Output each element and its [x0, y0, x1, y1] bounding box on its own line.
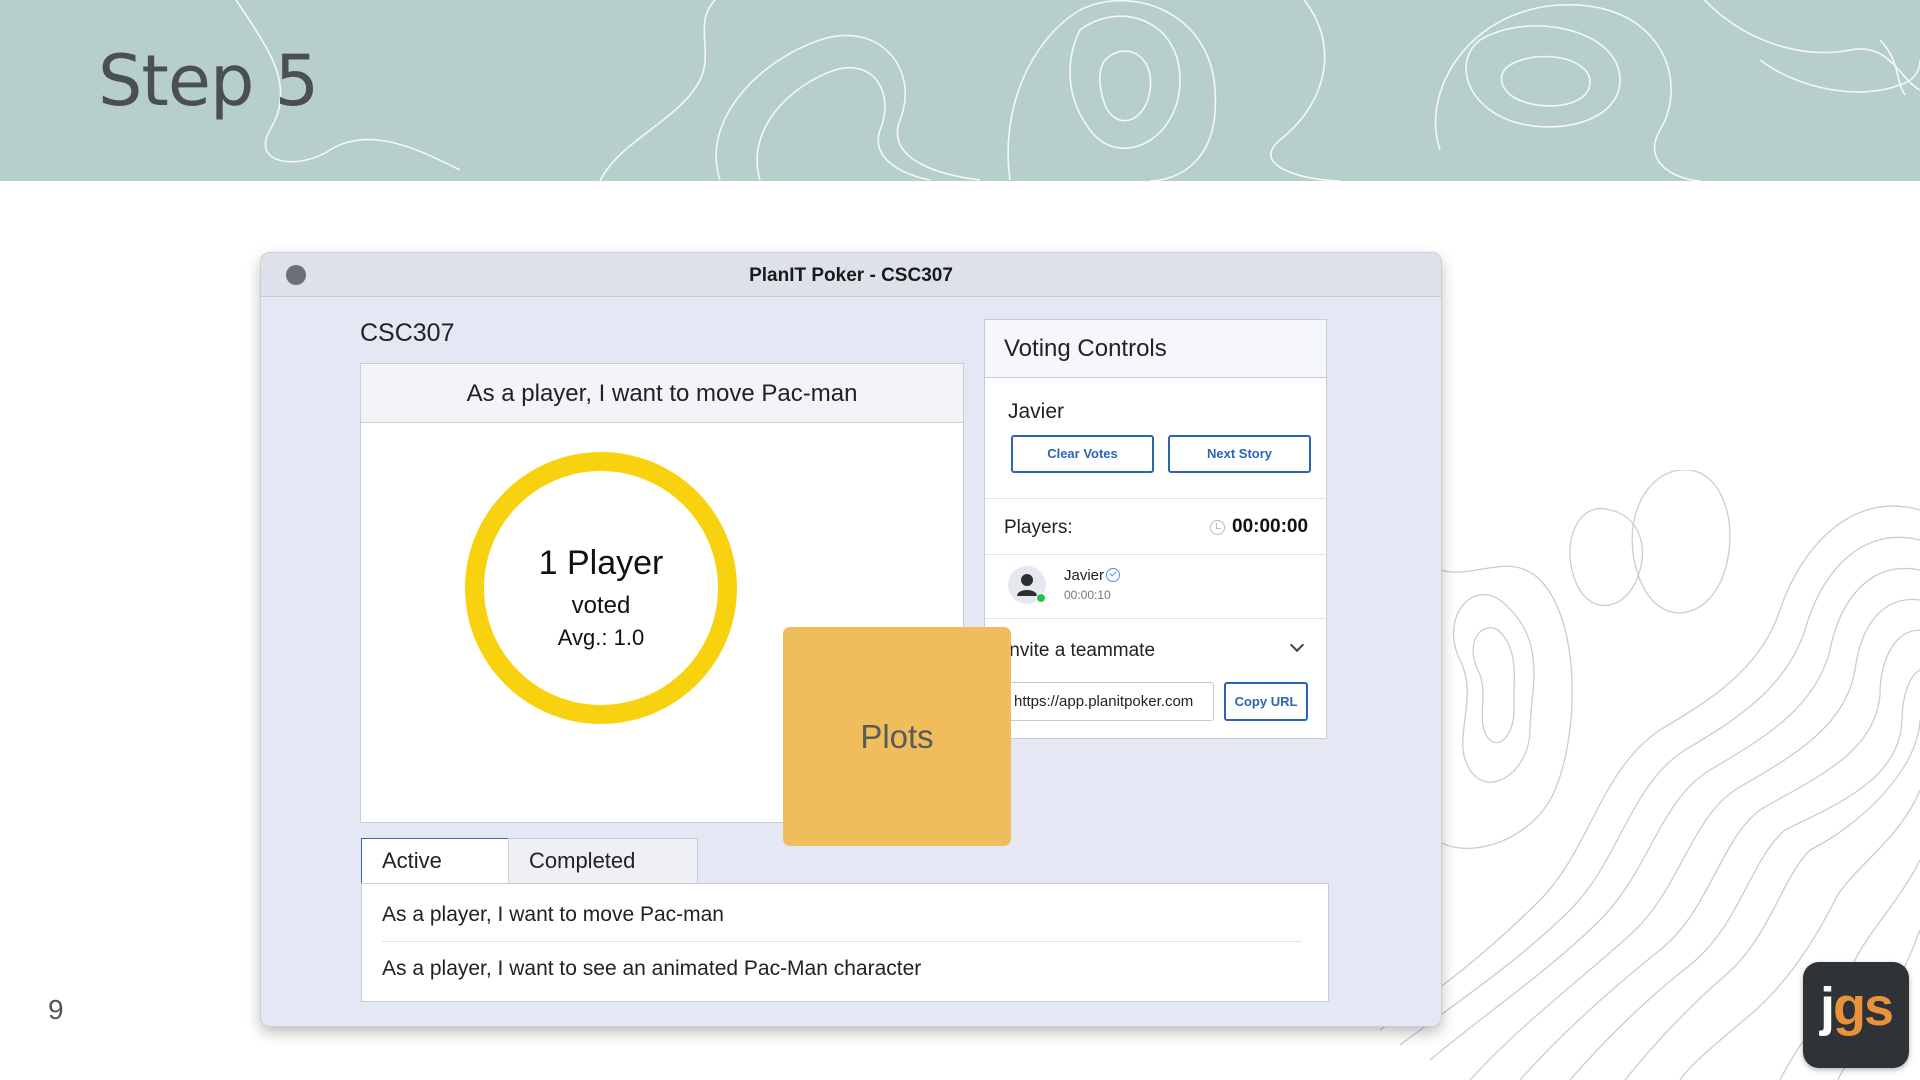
brand-logo-accent: gs	[1832, 977, 1894, 1037]
brand-logo-text: jgs	[1803, 976, 1909, 1038]
copy-url-button[interactable]: Copy URL	[1224, 682, 1308, 721]
window-titlebar: PlanIT Poker - CSC307	[261, 253, 1441, 297]
players-label: Players:	[1004, 517, 1073, 538]
slide-title: Step 5	[98, 40, 319, 122]
project-name: CSC307	[360, 319, 455, 347]
brand-logo: jgs	[1803, 962, 1909, 1068]
round-timer: 00:00:00	[1232, 516, 1309, 537]
brand-logo-prefix: j	[1819, 977, 1835, 1037]
divider	[985, 554, 1326, 555]
vote-summary: 1 Player voted Avg.: 1.0	[465, 452, 737, 724]
online-status-icon	[1036, 593, 1046, 603]
user-avatar-icon	[1008, 566, 1046, 604]
stories-list: As a player, I want to move Pac-man As a…	[361, 883, 1329, 1002]
vote-average: Avg.: 1.0	[557, 625, 645, 650]
list-item[interactable]: As a player, I want to move Pac-man	[382, 888, 1302, 942]
clear-votes-button[interactable]: Clear Votes	[1011, 435, 1154, 473]
vote-count: 1 Player	[538, 544, 664, 582]
voting-controls-panel: Voting Controls Javier Clear Votes Next …	[984, 319, 1327, 739]
chevron-down-icon[interactable]	[1289, 637, 1305, 653]
vote-status: voted	[571, 592, 631, 619]
next-story-button[interactable]: Next Story	[1168, 435, 1311, 473]
clock-icon	[1210, 520, 1225, 535]
tab-completed-stories[interactable]: Completed Stories	[508, 838, 698, 917]
player-name: Javier	[1064, 567, 1105, 584]
verified-icon	[1106, 568, 1120, 582]
player-time: 00:00:10	[1064, 588, 1111, 602]
facilitator-name: Javier	[1008, 400, 1065, 423]
current-story-title: As a player, I want to move Pac-man	[361, 364, 963, 423]
invite-teammate-toggle[interactable]: Invite a teammate	[1004, 640, 1155, 662]
window-title: PlanIT Poker - CSC307	[749, 265, 953, 286]
plots-sticky-note: Plots	[783, 627, 1011, 846]
voting-controls-header: Voting Controls	[985, 320, 1326, 378]
list-item[interactable]: As a player, I want to see an animated P…	[382, 942, 1302, 996]
divider	[985, 498, 1326, 499]
tab-active-stories[interactable]: Active Stories	[361, 838, 509, 917]
divider	[985, 618, 1326, 619]
page-number: 9	[48, 994, 64, 1025]
invite-url-field[interactable]: https://app.planitpoker.com	[1007, 682, 1214, 721]
header-band: Step 5	[0, 0, 1920, 181]
